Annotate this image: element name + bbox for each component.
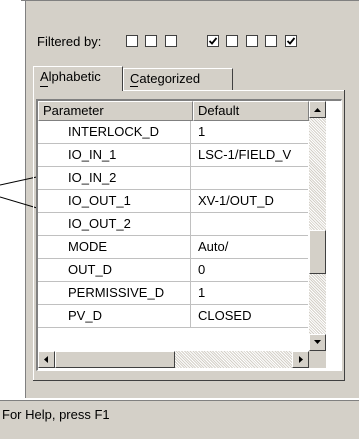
table-row[interactable]: IO_IN_1 LSC-1/FIELD_V [38,144,308,167]
horizontal-scroll-thumb[interactable] [55,351,175,368]
column-header-parameter-label: Parameter [43,103,104,118]
column-header-parameter[interactable]: Parameter [38,101,193,121]
filter-checkbox[interactable] [285,35,297,47]
scroll-down-button[interactable] [309,334,326,351]
table-row[interactable]: MODE Auto/ [38,236,308,259]
table-row[interactable]: OUT_D 0 [38,259,308,282]
column-header-default-label: Default [198,103,240,118]
default-cell[interactable]: 0 [192,259,308,282]
checkmark-icon [286,37,296,45]
parameter-grid[interactable]: Parameter Default INTERLOCK_D 1 IO_IN_1 LSC… [36,99,342,371]
default-cell[interactable] [192,167,308,190]
tab-categorized-label: Categorized [130,71,201,86]
scroll-left-button[interactable] [38,351,55,368]
default-cell[interactable]: 1 [192,282,308,305]
scroll-right-button[interactable] [292,351,309,368]
table-row[interactable]: IO_OUT_2 [38,213,308,236]
table-row[interactable]: IO_IN_2 [38,167,308,190]
arrow-down-icon [314,340,321,344]
parameter-cell: PERMISSIVE_D [38,282,191,305]
default-cell[interactable]: 1 [192,121,308,144]
column-header-default[interactable]: Default [193,101,309,121]
vertical-scrollbar[interactable] [309,101,326,351]
filter-checkbox[interactable] [207,35,219,47]
default-cell[interactable] [192,213,308,236]
filter-checkbox[interactable] [246,35,258,47]
default-cell[interactable]: CLOSED [192,305,308,328]
status-bar: For Help, press F1 [0,400,359,439]
parameter-cell: IO_IN_1 [38,144,191,167]
parameter-cell: PV_D [38,305,191,328]
filter-checkbox[interactable] [165,35,177,47]
tab-categorized[interactable]: Categorized [123,68,233,90]
parameter-cell: IO_IN_2 [38,167,191,190]
table-row[interactable]: PV_D CLOSED [38,305,308,328]
filter-checkbox[interactable] [265,35,277,47]
filter-checkbox[interactable] [145,35,157,47]
parameter-cell: IO_OUT_1 [38,190,191,213]
filter-checkbox[interactable] [126,35,138,47]
scroll-up-button[interactable] [309,101,326,118]
tab-page-border-bottom [33,380,345,381]
table-row[interactable]: INTERLOCK_D 1 [38,121,308,144]
checkmark-icon [208,37,218,45]
tab-page-border-right [344,90,345,381]
tab-alphabetic-label: Alphabetic [40,69,101,84]
filter-label: Filtered by: [37,34,102,49]
filter-checkbox[interactable] [226,35,238,47]
table-row[interactable]: IO_OUT_1 XV-1/OUT_D [38,190,308,213]
status-text: For Help, press F1 [2,407,110,422]
default-cell[interactable]: LSC-1/FIELD_V [192,144,308,167]
vertical-scroll-thumb[interactable] [309,230,326,274]
arrow-left-icon [44,356,48,363]
tab-alphabetic[interactable]: Alphabetic [33,66,123,91]
default-cell[interactable]: XV-1/OUT_D [192,190,308,213]
table-row[interactable]: PERMISSIVE_D 1 [38,282,308,305]
arrow-right-icon [299,356,303,363]
parameter-cell: IO_OUT_2 [38,213,191,236]
tab-alphabetic-underline [40,86,48,87]
parameter-cell: OUT_D [38,259,191,282]
tab-page-border-left [33,90,34,381]
scroll-corner [309,351,326,368]
parameter-cell: INTERLOCK_D [38,121,191,144]
default-cell[interactable]: Auto/ [192,236,308,259]
parameter-cell: MODE [38,236,191,259]
tab-categorized-underline [130,86,138,87]
arrow-up-icon [314,108,321,112]
